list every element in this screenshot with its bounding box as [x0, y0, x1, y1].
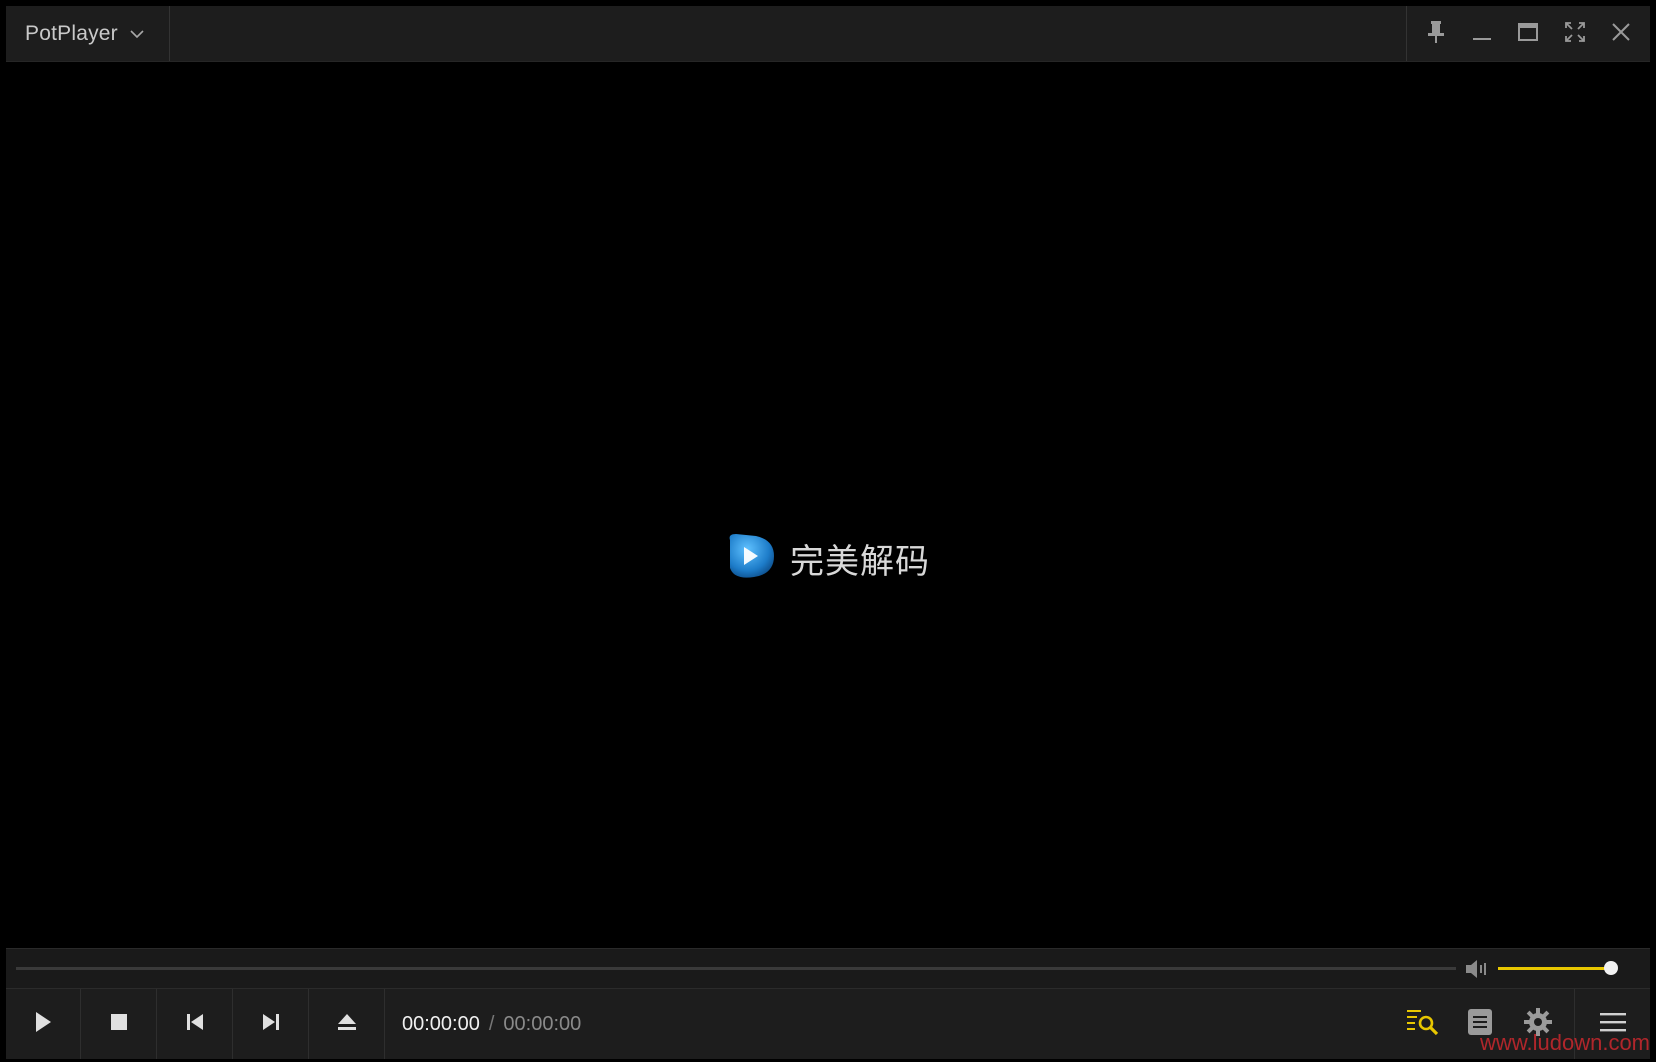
current-time: 00:00:00	[402, 1012, 480, 1035]
fullscreen-button[interactable]	[1558, 17, 1592, 51]
app-menu-button[interactable]: PotPlayer	[6, 6, 170, 61]
eject-icon	[336, 1012, 358, 1036]
stop-button[interactable]	[82, 989, 157, 1059]
fullscreen-icon	[1564, 21, 1586, 47]
play-icon	[33, 1011, 53, 1037]
close-button[interactable]	[1604, 17, 1638, 51]
stop-icon	[110, 1013, 128, 1035]
logo-text: 完美解码	[790, 541, 930, 582]
playlist-search-button[interactable]	[1395, 989, 1451, 1059]
minimize-icon	[1471, 21, 1493, 47]
maximize-icon	[1517, 21, 1539, 47]
volume-fill	[1498, 967, 1612, 970]
total-time: 00:00:00	[503, 1012, 582, 1035]
video-area[interactable]: 完美解码	[6, 62, 1650, 948]
maximize-button[interactable]	[1511, 17, 1545, 51]
volume-slider[interactable]	[1498, 961, 1619, 975]
seek-bar[interactable]	[16, 967, 1456, 970]
play-logo-icon	[724, 532, 776, 584]
time-separator: /	[488, 1012, 495, 1035]
app-title: PotPlayer	[25, 21, 118, 45]
next-icon	[261, 1012, 281, 1036]
control-bar: 00:00:00 / 00:00:00	[6, 988, 1650, 1059]
close-icon	[1610, 21, 1632, 47]
window-controls	[1406, 6, 1650, 61]
mute-button[interactable]	[1464, 957, 1490, 981]
next-button[interactable]	[234, 989, 309, 1059]
time-display: 00:00:00 / 00:00:00	[402, 989, 581, 1059]
seek-row	[6, 948, 1650, 989]
title-bar: PotPlayer	[6, 6, 1650, 62]
pin-icon	[1425, 20, 1447, 48]
player-window: PotPlayer 完美解码 00:00:00 / 00:00:00	[6, 6, 1650, 1059]
watermark: www.ludown.com	[1480, 1030, 1650, 1055]
previous-icon	[185, 1012, 205, 1036]
minimize-button[interactable]	[1465, 17, 1499, 51]
previous-button[interactable]	[158, 989, 233, 1059]
speaker-icon	[1464, 960, 1490, 985]
play-button[interactable]	[6, 989, 81, 1059]
playlist-search-icon	[1405, 1007, 1441, 1041]
eject-button[interactable]	[310, 989, 385, 1059]
pin-button[interactable]	[1419, 17, 1453, 51]
chevron-down-icon	[130, 26, 146, 42]
volume-knob[interactable]	[1604, 961, 1619, 975]
splash-logo: 完美解码	[724, 532, 930, 584]
